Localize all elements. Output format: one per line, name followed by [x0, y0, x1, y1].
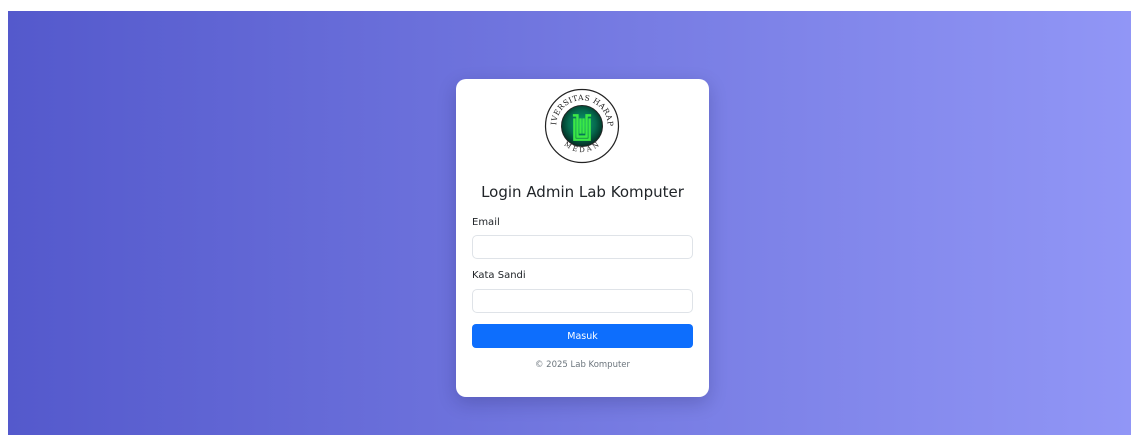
login-button[interactable]: Masuk [472, 324, 693, 348]
university-logo: UNIVERSITAS HARAPAN MEDAN [544, 88, 620, 164]
email-input[interactable] [472, 235, 693, 259]
password-label: Kata Sandi [472, 270, 526, 281]
copyright-footer: © 2025 Lab Komputer [534, 360, 631, 370]
page-title: Login Admin Lab Komputer [481, 183, 684, 201]
login-card: UNIVERSITAS HARAPAN MEDAN Login Admin La… [456, 79, 709, 397]
email-label: Email [472, 217, 500, 228]
password-input[interactable] [472, 289, 693, 313]
login-page-background: UNIVERSITAS HARAPAN MEDAN Login Admin La… [8, 11, 1131, 435]
